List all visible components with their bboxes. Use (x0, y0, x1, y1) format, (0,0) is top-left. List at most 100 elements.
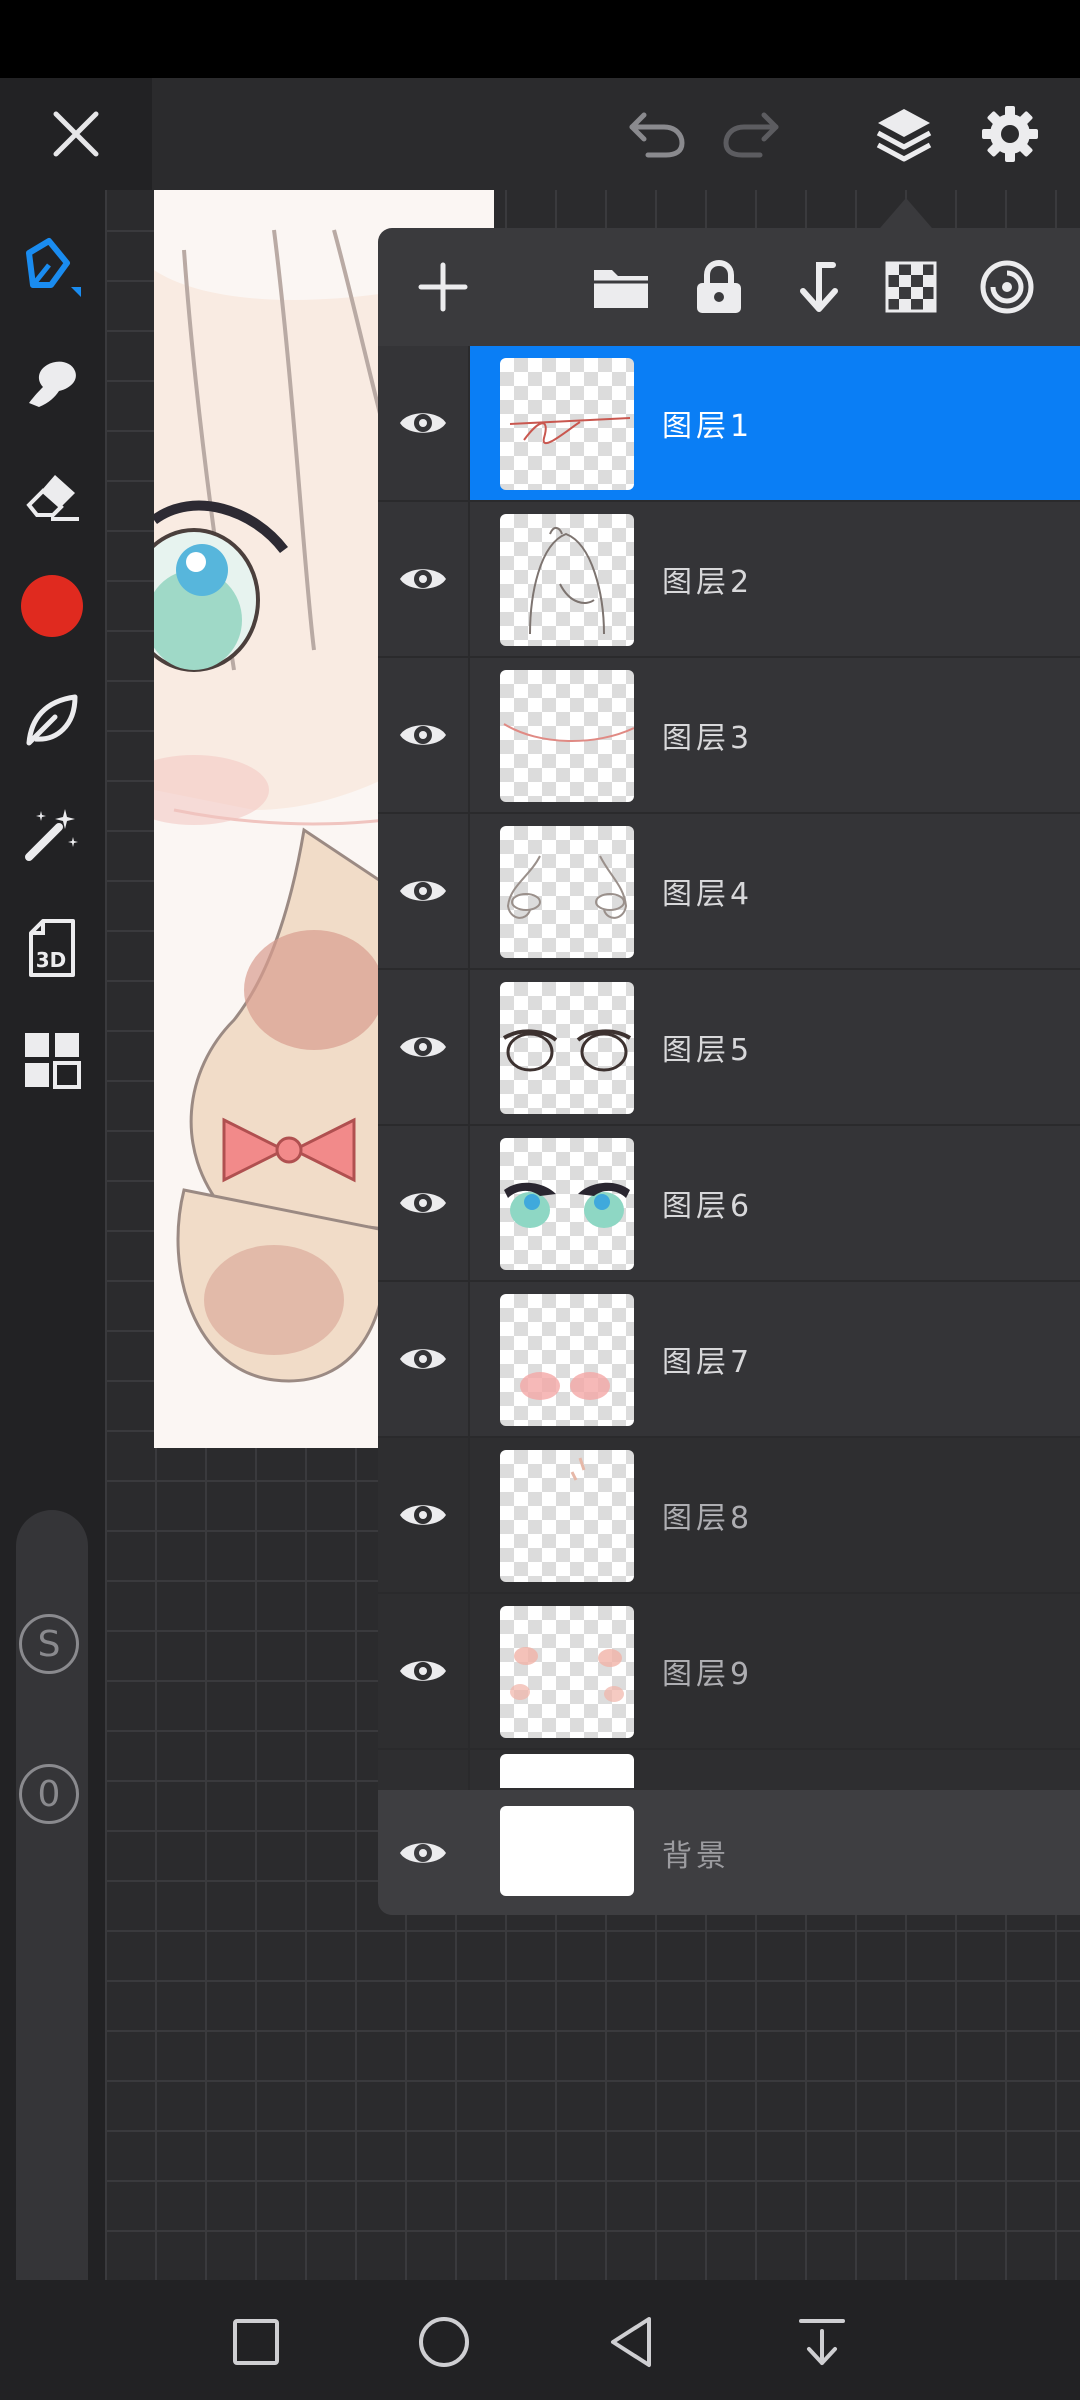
visibility-toggle[interactable] (378, 502, 470, 656)
eye-icon (400, 725, 446, 745)
brush-opacity-button[interactable]: 0 (19, 1764, 79, 1824)
smudge-tool[interactable] (16, 346, 88, 418)
circle-icon (419, 2317, 469, 2367)
layer-name: 图层5 (662, 1033, 754, 1068)
home-button[interactable] (412, 2310, 476, 2374)
recent-apps-button[interactable] (224, 2310, 288, 2374)
pull-down-icon (799, 2319, 845, 2365)
visibility-toggle[interactable] (378, 1790, 468, 1915)
layer-content[interactable]: 图层5 (470, 970, 1080, 1124)
brush-size-button[interactable]: S (19, 1614, 79, 1674)
visibility-toggle[interactable] (378, 658, 470, 812)
checkerboard-icon (885, 261, 937, 313)
size-label: S (37, 1623, 61, 1665)
layers-panel: 图层1 图层2 图层3 图层4 图层5 图层6 图层7 图层8 图层9 背景 (378, 228, 1080, 1915)
brush-tool[interactable] (16, 230, 88, 302)
3d-tool[interactable]: 3D (16, 912, 88, 984)
eraser-icon (26, 475, 79, 521)
layer-row-5[interactable]: 图层5 (378, 970, 1080, 1126)
brush-library-tool[interactable] (16, 684, 88, 756)
color-picker[interactable] (16, 570, 88, 642)
layer-name: 图层3 (662, 721, 754, 756)
redo-button[interactable] (718, 100, 786, 168)
layer-row-6[interactable]: 图层6 (378, 1126, 1080, 1282)
square-icon (233, 2319, 279, 2365)
layer-name: 图层9 (662, 1657, 754, 1692)
layer-row-8[interactable]: 图层8 (378, 1438, 1080, 1594)
settings-button[interactable] (976, 100, 1044, 168)
opacity-label: 0 (37, 1773, 61, 1815)
layer-content[interactable]: 图层4 (470, 814, 1080, 968)
app-screen: 3D S 0 图层1 图层2 图层3 图层4 图层5 图层6 图层7 图层8 图… (0, 0, 1080, 2400)
plus-icon (418, 262, 468, 312)
left-toolbar: 3D S 0 (0, 190, 105, 2325)
layers-icon (876, 109, 932, 162)
undo-icon (629, 112, 685, 158)
magic-wand-tool[interactable] (16, 798, 88, 870)
grid-icon (25, 1033, 81, 1089)
color-swatch-icon (21, 575, 83, 637)
back-button[interactable] (600, 2310, 664, 2374)
visibility-toggle[interactable] (378, 814, 470, 968)
undo-button[interactable] (622, 100, 690, 168)
layer-row-2[interactable]: 图层2 (378, 502, 1080, 658)
layer-content[interactable]: 图层9 (470, 1594, 1080, 1748)
close-button[interactable] (0, 78, 152, 190)
eye-icon (400, 413, 446, 433)
gallery-tool[interactable] (16, 1024, 88, 1096)
eye-icon (400, 1037, 446, 1057)
visibility-toggle[interactable] (378, 970, 470, 1124)
layer-thumbnail (500, 514, 634, 646)
layer-name: 图层4 (662, 877, 754, 912)
eye-icon (400, 1505, 446, 1525)
lock-layer-button[interactable] (686, 254, 752, 320)
layer-row-9[interactable]: 图层9 (378, 1594, 1080, 1750)
layer-row-3[interactable]: 图层3 (378, 658, 1080, 814)
layer-thumbnail (500, 1806, 634, 1896)
layers-button[interactable] (870, 100, 938, 168)
magic-wand-icon (25, 809, 78, 861)
redo-icon (723, 112, 779, 158)
layer-content[interactable]: 图层7 (470, 1282, 1080, 1436)
layer-content[interactable]: 图层8 (470, 1438, 1080, 1592)
visibility-toggle[interactable] (378, 1126, 470, 1280)
visibility-toggle[interactable] (378, 1438, 470, 1592)
layer-row-7[interactable]: 图层7 (378, 1282, 1080, 1438)
layer-row-1[interactable]: 图层1 (378, 346, 1080, 502)
merge-down-icon (800, 262, 838, 312)
triangle-back-icon (611, 2317, 651, 2367)
merge-down-button[interactable] (782, 254, 848, 320)
layer-thumbnail (500, 826, 634, 958)
eye-icon (400, 1842, 446, 1863)
layer-thumbnail (500, 358, 634, 490)
eraser-tool[interactable] (16, 458, 88, 530)
visibility-toggle[interactable] (378, 1282, 470, 1436)
layer-row-4[interactable]: 图层4 (378, 814, 1080, 970)
layer-group-button[interactable] (588, 254, 654, 320)
layer-content[interactable]: 图层6 (470, 1126, 1080, 1280)
folder-icon (594, 270, 648, 308)
brush-icon (26, 238, 81, 297)
visibility-toggle[interactable] (378, 346, 470, 500)
layer-effects-button[interactable] (974, 254, 1040, 320)
layer-row-partial[interactable] (378, 1750, 1080, 1790)
top-toolbar (0, 78, 1080, 190)
layer-thumbnail (500, 1294, 634, 1426)
layer-thumbnail (500, 670, 634, 802)
clipping-mask-button[interactable] (878, 254, 944, 320)
notification-pull-button[interactable] (790, 2310, 854, 2374)
background-layer-row[interactable]: 背景 (378, 1790, 1080, 1915)
add-layer-button[interactable] (410, 254, 476, 320)
layer-thumbnail (500, 1606, 634, 1738)
layer-content[interactable]: 图层3 (470, 658, 1080, 812)
layer-content[interactable]: 图层1 (470, 346, 1080, 500)
visibility-toggle[interactable] (378, 1594, 470, 1748)
layer-name: 图层8 (662, 1501, 754, 1536)
layer-name: 图层1 (662, 409, 754, 444)
layer-content[interactable]: 背景 (470, 1790, 1080, 1915)
layer-content[interactable]: 图层2 (470, 502, 1080, 656)
close-icon (53, 111, 99, 157)
layer-thumbnail (500, 982, 634, 1114)
panel-caret (880, 198, 932, 228)
smudge-icon (29, 361, 76, 407)
